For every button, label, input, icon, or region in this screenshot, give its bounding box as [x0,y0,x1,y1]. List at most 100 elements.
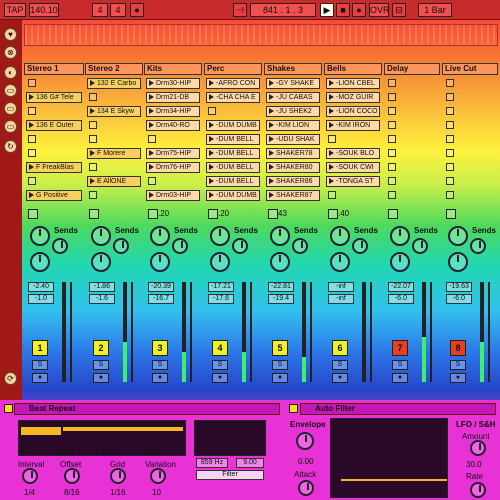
clip-slot-7-3[interactable] [388,107,396,115]
meter-numerator[interactable]: 4 [92,3,108,17]
clip-play-icon[interactable] [149,94,154,101]
send-a-knob[interactable] [150,226,170,246]
clip-1-4[interactable]: 136 E Outer [26,120,82,131]
clip-play-icon[interactable] [149,150,154,157]
clip-5-7[interactable]: SHAKER80 [266,162,320,173]
device-power-icon[interactable] [4,404,13,413]
clip-slot-7-5[interactable] [388,135,396,143]
stop-clip-button[interactable] [148,209,158,219]
autofilter-power-icon[interactable] [289,404,298,413]
stop-clip-button[interactable] [268,209,278,219]
record-button[interactable]: ● [352,3,366,17]
clip-slot-3-8[interactable] [148,177,156,185]
clip-slot-2-9[interactable] [89,191,97,199]
send-c-knob[interactable] [448,252,468,272]
volume-field[interactable]: -17.21 [208,282,234,292]
clip-slot-6-5[interactable] [328,135,336,143]
clip-6-3[interactable]: -LION COCO [326,106,380,117]
arm-button[interactable]: ● [272,373,288,383]
clip-5-2[interactable]: -JU CABAS [266,92,320,103]
clip-play-icon[interactable] [269,108,274,115]
clip-slot-7-8[interactable] [388,177,396,185]
stop-button[interactable]: ■ [336,3,350,17]
volume-fader[interactable] [250,282,252,382]
clip-play-icon[interactable] [90,108,95,115]
clip-play-icon[interactable] [269,80,274,87]
folder-icon-2[interactable]: ▭ [4,102,17,115]
track-header-3[interactable]: Kits [144,63,202,75]
overdub-button[interactable]: OVR [369,3,390,17]
stop-clip-button[interactable] [446,209,456,219]
stop-clip-button[interactable] [328,209,338,219]
send-a-knob[interactable] [330,226,350,246]
clip-1-2[interactable]: 136 G# Tele [26,92,82,103]
tap-button[interactable]: TAP [4,3,26,17]
grid-knob[interactable] [110,468,126,484]
send-a-knob[interactable] [30,226,50,246]
clip-5-3[interactable]: -JU SHEK2 [266,106,320,117]
send-c-knob[interactable] [210,252,230,272]
send-c-knob[interactable] [390,252,410,272]
track-activator[interactable]: 1 [32,340,48,356]
envelope-knob[interactable] [296,432,314,450]
send-a-knob[interactable] [390,226,410,246]
track-header-7[interactable]: Delay [384,63,440,75]
clip-play-icon[interactable] [29,94,34,101]
clip-4-2[interactable]: -CHA CHA E [206,92,260,103]
clip-slot-2-5[interactable] [89,135,97,143]
clip-play-icon[interactable] [269,94,274,101]
volume-fader[interactable] [310,282,312,382]
clip-play-icon[interactable] [209,192,214,199]
clip-slot-7-2[interactable] [388,93,396,101]
clip-4-8[interactable]: -DUM BELL [206,176,260,187]
send-b-knob[interactable] [352,238,368,254]
arm-button[interactable]: ● [332,373,348,383]
clip-4-5[interactable]: -DUM BELL [206,134,260,145]
clip-play-icon[interactable] [90,178,95,185]
clip-3-9[interactable]: Drm03-HIP [146,190,200,201]
clip-slot-7-6[interactable] [388,149,396,157]
clip-slot-1-1[interactable] [28,79,36,87]
clip-slot-8-2[interactable] [446,93,454,101]
solo-button[interactable]: S [450,360,466,370]
volume-field[interactable]: -2.40 [28,282,54,292]
clip-3-2[interactable]: Drm21-DB [146,92,200,103]
clip-slot-7-1[interactable] [388,79,396,87]
track-activator[interactable]: 5 [272,340,288,356]
clip-3-3[interactable]: Drm34-HIP [146,106,200,117]
volume-fader[interactable] [430,282,432,382]
clip-slot-6-9[interactable] [328,191,336,199]
track-activator[interactable]: 7 [392,340,408,356]
quantize-menu[interactable]: 1 Bar [418,3,452,17]
clip-play-icon[interactable] [269,122,274,129]
stop-clip-button[interactable] [388,209,398,219]
clip-6-4[interactable]: -KIM IRON [326,120,380,131]
arm-button[interactable]: ● [152,373,168,383]
clip-play-icon[interactable] [269,150,274,157]
clip-6-6[interactable]: -SOUK BLO [326,148,380,159]
clip-play-icon[interactable] [149,80,154,87]
loop-icon[interactable]: ⟳ [4,372,17,385]
stop-clip-button[interactable] [89,209,99,219]
volume-field[interactable]: -22.07 [388,282,414,292]
clip-play-icon[interactable] [90,150,95,157]
clip-4-7[interactable]: -DUM BELL [206,162,260,173]
arm-button[interactable]: ● [93,373,109,383]
interval-knob[interactable] [22,468,38,484]
clip-slot-8-9[interactable] [446,191,454,199]
clip-5-1[interactable]: -GY SHAKE [266,78,320,89]
clip-play-icon[interactable] [209,150,214,157]
clip-play-icon[interactable] [329,150,334,157]
solo-button[interactable]: S [152,360,168,370]
clip-play-icon[interactable] [149,108,154,115]
track-header-5[interactable]: Shakes [264,63,322,75]
refresh-icon[interactable]: ↻ [4,140,17,153]
clip-play-icon[interactable] [90,80,95,87]
width-field[interactable]: 9.00 [236,458,264,468]
amount-knob[interactable] [470,440,486,456]
clip-play-icon[interactable] [269,136,274,143]
clip-play-icon[interactable] [329,122,334,129]
track-header-1[interactable]: Stereo 1 [24,63,84,75]
clip-2-8[interactable]: E AllONE [87,176,141,187]
clip-play-icon[interactable] [209,164,214,171]
